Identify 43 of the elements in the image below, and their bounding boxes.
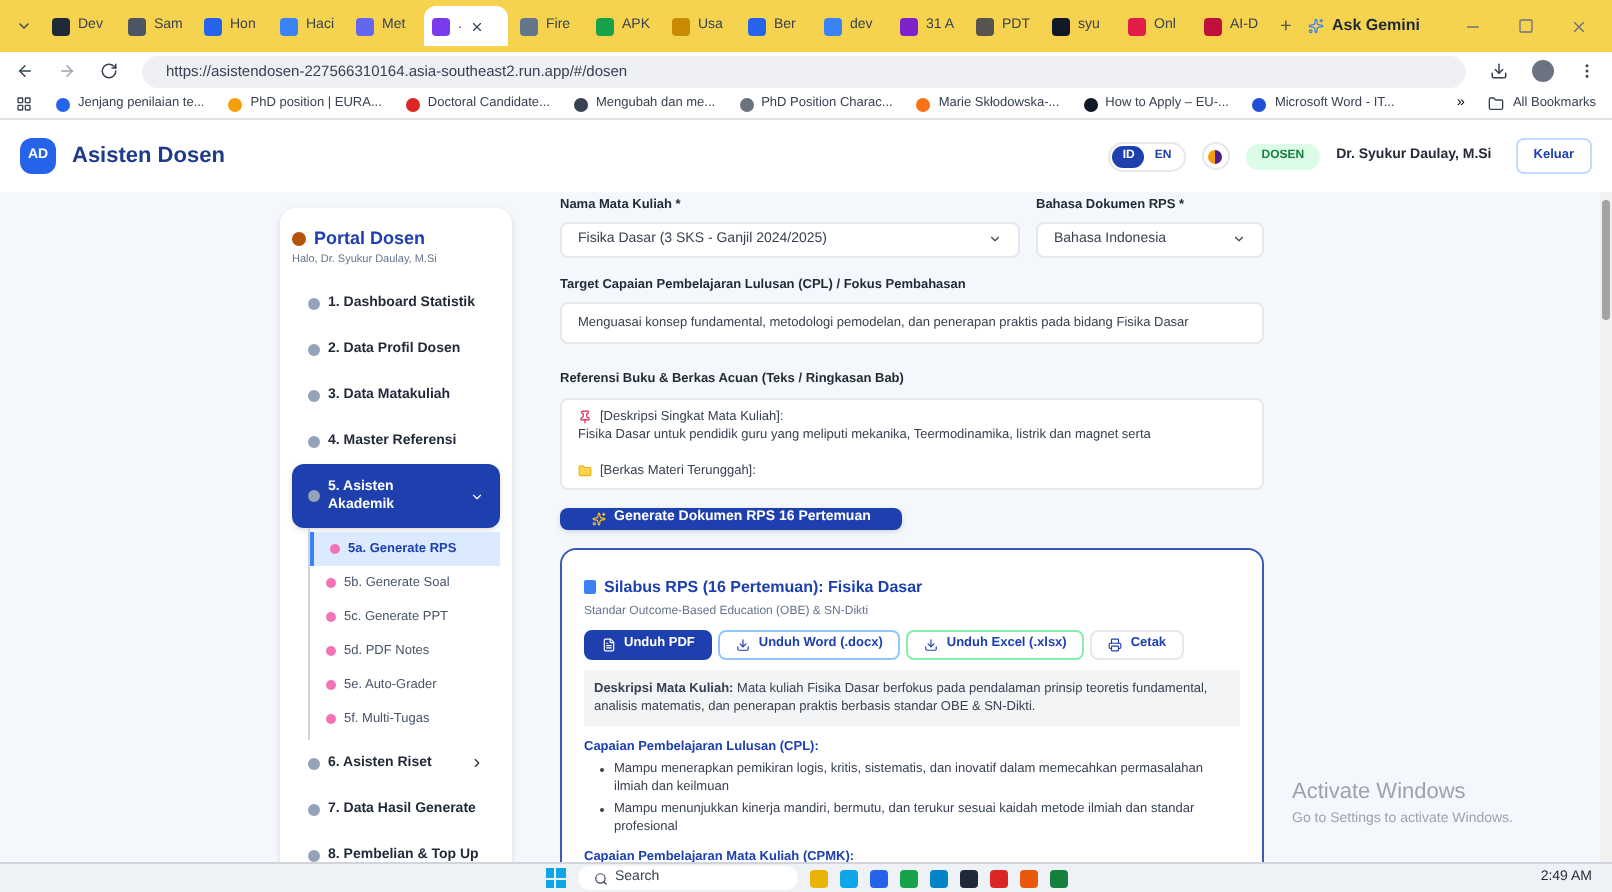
item-icon: [308, 490, 320, 502]
apps-icon[interactable]: [16, 96, 32, 112]
sparkle-icon: [592, 511, 606, 526]
item-icon: [326, 578, 336, 588]
pin-icon: [578, 410, 592, 424]
item-icon: [308, 297, 320, 309]
item-icon: [326, 714, 336, 724]
item-icon: [308, 435, 320, 447]
tab-list-icon[interactable]: [16, 18, 32, 34]
document-icon: [602, 637, 616, 651]
download-icon[interactable]: [1490, 62, 1508, 80]
ask-gemini-button[interactable]: Ask Gemini: [1307, 14, 1444, 38]
folder-icon: [578, 464, 592, 478]
sparkle-icon: [1307, 18, 1324, 34]
back-icon[interactable]: [16, 62, 34, 80]
item-icon: [308, 343, 320, 355]
windows-start-icon[interactable]: [545, 868, 565, 888]
close-icon[interactable]: [469, 19, 484, 33]
item-icon: [308, 803, 320, 815]
caret-icon: [988, 232, 1002, 247]
download-icon: [924, 637, 939, 651]
search-icon: [593, 871, 607, 885]
item-icon: [326, 680, 336, 690]
printer-icon: [1108, 637, 1123, 651]
reload-icon[interactable]: [100, 62, 118, 80]
profile-avatar[interactable]: [1532, 60, 1554, 82]
caret-icon: [1232, 232, 1246, 247]
result-title: Silabus RPS (16 Pertemuan): Fisika Dasar: [584, 575, 1240, 599]
item-icon: [326, 646, 336, 656]
download-icon: [736, 637, 751, 651]
portal-title: Portal Dosen: [292, 228, 500, 250]
theme-toggle[interactable]: [1201, 142, 1230, 170]
item-icon: [326, 612, 336, 622]
item-icon: [308, 757, 320, 769]
caret-icon: [470, 756, 484, 770]
new-tab-button[interactable]: +: [1272, 11, 1300, 41]
activation-title: Activate Windows: [1292, 778, 1468, 808]
caret-icon: [470, 489, 484, 503]
app-title: Asisten Dosen: [72, 141, 225, 172]
folder-icon: [1488, 96, 1505, 112]
item-icon: [330, 544, 340, 554]
item-icon: [308, 389, 320, 401]
item-icon: [308, 849, 320, 861]
